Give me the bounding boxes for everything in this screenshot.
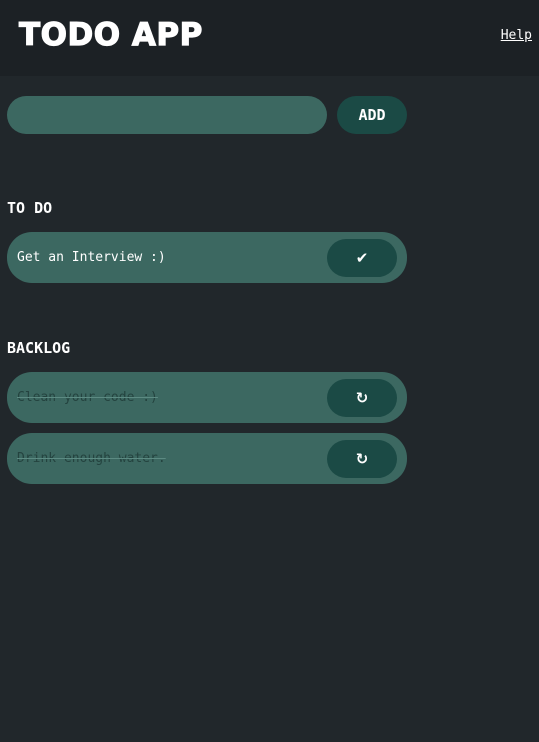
backlog-item: Clean your code :) ↻ [7,372,407,423]
backlog-item-text: Drink enough water. [17,451,166,466]
app-title: TODO APP [18,16,203,53]
restore-icon: ↻ [355,450,369,468]
add-button[interactable]: ADD [337,96,407,134]
todo-item: Get an Interview :) ✔ [7,232,407,283]
app-header: TODO APP Help [0,0,539,76]
restore-button[interactable]: ↻ [327,379,397,417]
complete-button[interactable]: ✔ [327,239,397,277]
restore-icon: ↻ [355,389,369,407]
todo-heading: TO DO [7,199,53,217]
todo-item-text: Get an Interview :) [17,250,166,265]
check-icon: ✔ [355,249,369,267]
new-todo-input[interactable] [7,96,327,134]
backlog-item-text: Clean your code :) [17,390,158,405]
backlog-heading: BACKLOG [7,339,71,357]
restore-button[interactable]: ↻ [327,440,397,478]
help-link[interactable]: Help [501,28,532,43]
add-todo-form: ADD [7,96,407,134]
backlog-item: Drink enough water. ↻ [7,433,407,484]
